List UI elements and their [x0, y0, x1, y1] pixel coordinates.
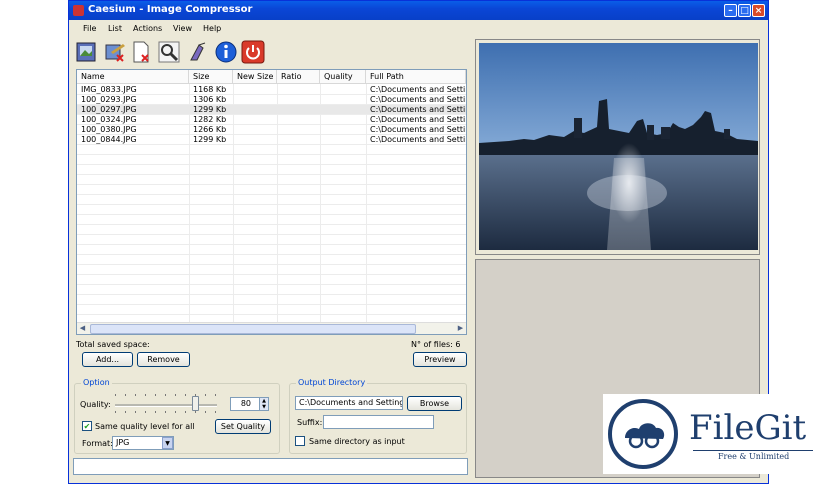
chevron-down-icon[interactable]: ▼ [162, 437, 173, 449]
option-group: Option Quality: 80 ▲ ▼ ✔ Same quality lev… [74, 378, 280, 454]
output-directory-group: Output Directory C:\Documents and Settin… [289, 378, 467, 454]
preview-button[interactable]: Preview [413, 352, 467, 367]
add-button[interactable]: Add... [82, 352, 133, 367]
browse-button[interactable]: Browse [407, 396, 462, 411]
add-images-icon[interactable] [75, 40, 99, 64]
column-size[interactable]: Size [189, 70, 233, 84]
brand-name: FileGit [689, 408, 807, 448]
compress-icon[interactable] [185, 40, 209, 64]
column-full-path[interactable]: Full Path [366, 70, 466, 84]
menu-view[interactable]: View [173, 24, 192, 33]
quality-slider-track [115, 404, 217, 407]
output-legend: Output Directory [296, 378, 368, 387]
remove-item-icon[interactable] [129, 40, 153, 64]
scroll-left-icon[interactable]: ◀ [78, 324, 87, 333]
app-icon [73, 5, 84, 16]
column-quality[interactable]: Quality [320, 70, 366, 84]
menu-actions[interactable]: Actions [133, 24, 162, 33]
menu-help[interactable]: Help [203, 24, 221, 33]
info-icon[interactable] [214, 40, 238, 64]
search-preview-icon[interactable] [157, 40, 181, 64]
horizontal-scrollbar[interactable]: ◀ ▶ [77, 322, 466, 334]
suffix-input[interactable] [323, 415, 434, 429]
image-preview [475, 39, 760, 255]
set-quality-button[interactable]: Set Quality [215, 419, 271, 434]
suffix-label: Suffix: [297, 418, 323, 427]
menu-list[interactable]: List [108, 24, 122, 33]
filegit-logo-icon [608, 399, 678, 469]
same-directory-label: Same directory as input [309, 437, 405, 446]
status-bar [73, 458, 468, 475]
output-directory-input[interactable]: C:\Documents and Settings\ [295, 396, 403, 410]
file-count-label: N° of files: 6 [411, 340, 461, 349]
filegit-watermark: FileGit Free & Unlimited [603, 394, 826, 474]
option-legend: Option [81, 378, 112, 387]
file-list[interactable]: Name Size New Size Ratio Quality Full Pa… [76, 69, 467, 335]
menu-bar: File List Actions View Help [69, 20, 768, 37]
maximize-button[interactable]: □ [738, 4, 751, 17]
quality-slider-thumb[interactable] [192, 396, 199, 411]
power-exit-icon[interactable] [241, 40, 265, 64]
remove-button[interactable]: Remove [137, 352, 190, 367]
close-button[interactable]: × [752, 4, 765, 17]
format-value: JPG [116, 438, 130, 447]
column-name[interactable]: Name [77, 70, 189, 84]
toolbar [73, 38, 273, 67]
skyline-photo [479, 43, 758, 250]
total-saved-label: Total saved space: [76, 340, 150, 349]
same-directory-checkbox[interactable] [295, 436, 305, 446]
minimize-button[interactable]: – [724, 4, 737, 17]
title-bar[interactable]: Caesium - Image Compressor – □ × [69, 1, 768, 20]
column-ratio[interactable]: Ratio [277, 70, 320, 84]
quality-label: Quality: [80, 400, 111, 409]
menu-file[interactable]: File [83, 24, 96, 33]
column-new-size[interactable]: New Size [233, 70, 277, 84]
quality-spinner[interactable]: ▲ ▼ [259, 397, 269, 411]
same-quality-checkbox[interactable]: ✔ [82, 421, 92, 431]
window-title: Caesium - Image Compressor [88, 4, 253, 15]
format-label: Format: [82, 439, 113, 448]
scroll-thumb[interactable] [90, 324, 416, 334]
scroll-right-icon[interactable]: ▶ [456, 324, 465, 333]
clear-list-icon[interactable] [103, 40, 127, 64]
brand-tagline: Free & Unlimited [718, 452, 790, 461]
same-quality-label: Same quality level for all [95, 422, 195, 431]
